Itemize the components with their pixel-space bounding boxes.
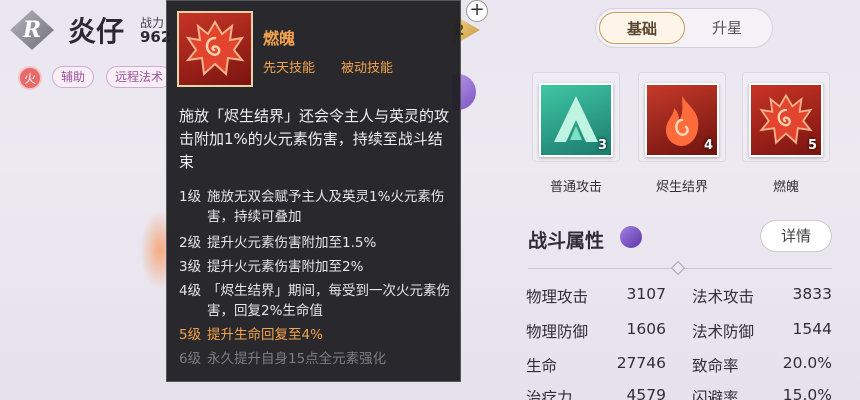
role-tag-support: 辅助 [52,66,95,88]
fire-spirit-icon [177,11,253,87]
divider-ornament [670,260,686,276]
level-text: 施放无双会赋予主人及英灵1%火元素伤害，持续可叠加 [207,189,445,225]
stat-name: 物理攻击 [526,288,589,306]
skill-type-innate: 先天技能 [263,61,316,76]
skill-level-row-current: 5级 提升生命回复至4% [179,325,451,345]
stat-name: 闪避率 [692,389,739,400]
battle-attributes-title: 战斗属性 [528,230,605,252]
stat-name: 法术防御 [692,323,755,341]
stat-value: 27746 [616,354,666,372]
emerald-rune-icon: 3 [539,83,613,157]
stat-name: 治疗力 [526,389,573,400]
level-label: 4级 [179,283,202,299]
skill-name: 烬生结界 [655,180,708,195]
level-label: 2级 [179,235,202,251]
skill-card-burning-soul[interactable]: 5 [742,72,830,162]
level-text: 「烬生结界」期间，每受到一次火元素伤害，回复2%生命值 [207,283,450,319]
attribute-gem-icon [620,226,642,248]
skill-level-row: 1级 施放无双会赋予主人及英灵1%火元素伤害，持续可叠加 [179,187,451,227]
hero-name: 炎仔 [68,15,125,48]
tab-basic[interactable]: 基础 [599,12,685,44]
stat-value: 4579 [626,386,666,400]
skill-tooltip: 燃魄 先天技能 被动技能 施放「烬生结界」还会令主人与英灵的攻击附加1%的火元素… [166,0,461,382]
skill-level-row: 4级 「烬生结界」期间，每受到一次火元素伤害，回复2%生命值 [179,281,451,321]
details-button[interactable]: 详情 [760,220,832,252]
stat-name: 物理防御 [526,323,589,341]
stat-value: 20.0% [782,354,832,372]
rarity-badge: R [10,10,54,50]
add-button[interactable]: + [466,0,488,22]
tab-star-up[interactable]: 升星 [685,12,769,44]
level-text: 提升火元素伤害附加至2% [207,259,364,275]
stat-value: 1544 [792,320,832,338]
skill-name: 燃魄 [772,180,799,195]
skill-level-badge: 4 [703,138,713,153]
skill-level-row: 3级 提升火元素伤害附加至2% [179,257,451,277]
skill-type-passive: 被动技能 [341,61,394,76]
stat-name: 法术攻击 [692,288,755,306]
stat-name: 致命率 [692,357,739,375]
tab-bar: 基础 升星 [595,8,773,48]
fire-spirit-icon: 5 [749,83,823,157]
skill-level-badge: 5 [807,138,817,153]
level-label: 6级 [179,351,202,367]
skill-card-ember-barrier[interactable]: 4 [638,72,726,162]
level-text: 提升生命回复至4% [207,327,323,343]
role-tag-ranged: 远程法术 [106,66,173,88]
skill-level-row-locked: 6级 永久提升自身15点全元素强化 [179,349,451,369]
level-label: 1级 [179,189,202,205]
skill-card-normal-attack[interactable]: 3 [532,72,620,162]
fire-element-icon: 火 [18,66,42,90]
skill-name: 普通攻击 [549,180,602,195]
stat-value: 15.0% [782,386,832,400]
stat-name: 生命 [526,357,558,375]
skill-level-row: 2级 提升火元素伤害附加至1.5% [179,233,451,253]
tooltip-skill-name: 燃魄 [263,29,296,48]
level-text: 提升火元素伤害附加至1.5% [207,235,377,251]
stat-value: 3833 [792,285,832,303]
stat-value: 1606 [626,320,666,338]
flame-icon: 4 [645,83,719,157]
level-label: 3级 [179,259,202,275]
skill-level-badge: 3 [597,138,607,153]
stat-value: 3107 [626,285,666,303]
level-text: 永久提升自身15点全元素强化 [207,351,387,367]
skill-description: 施放「烬生结界」还会令主人与英灵的攻击附加1%的火元素伤害，持续至战斗结束 [179,107,450,171]
level-label: 5级 [179,327,202,343]
